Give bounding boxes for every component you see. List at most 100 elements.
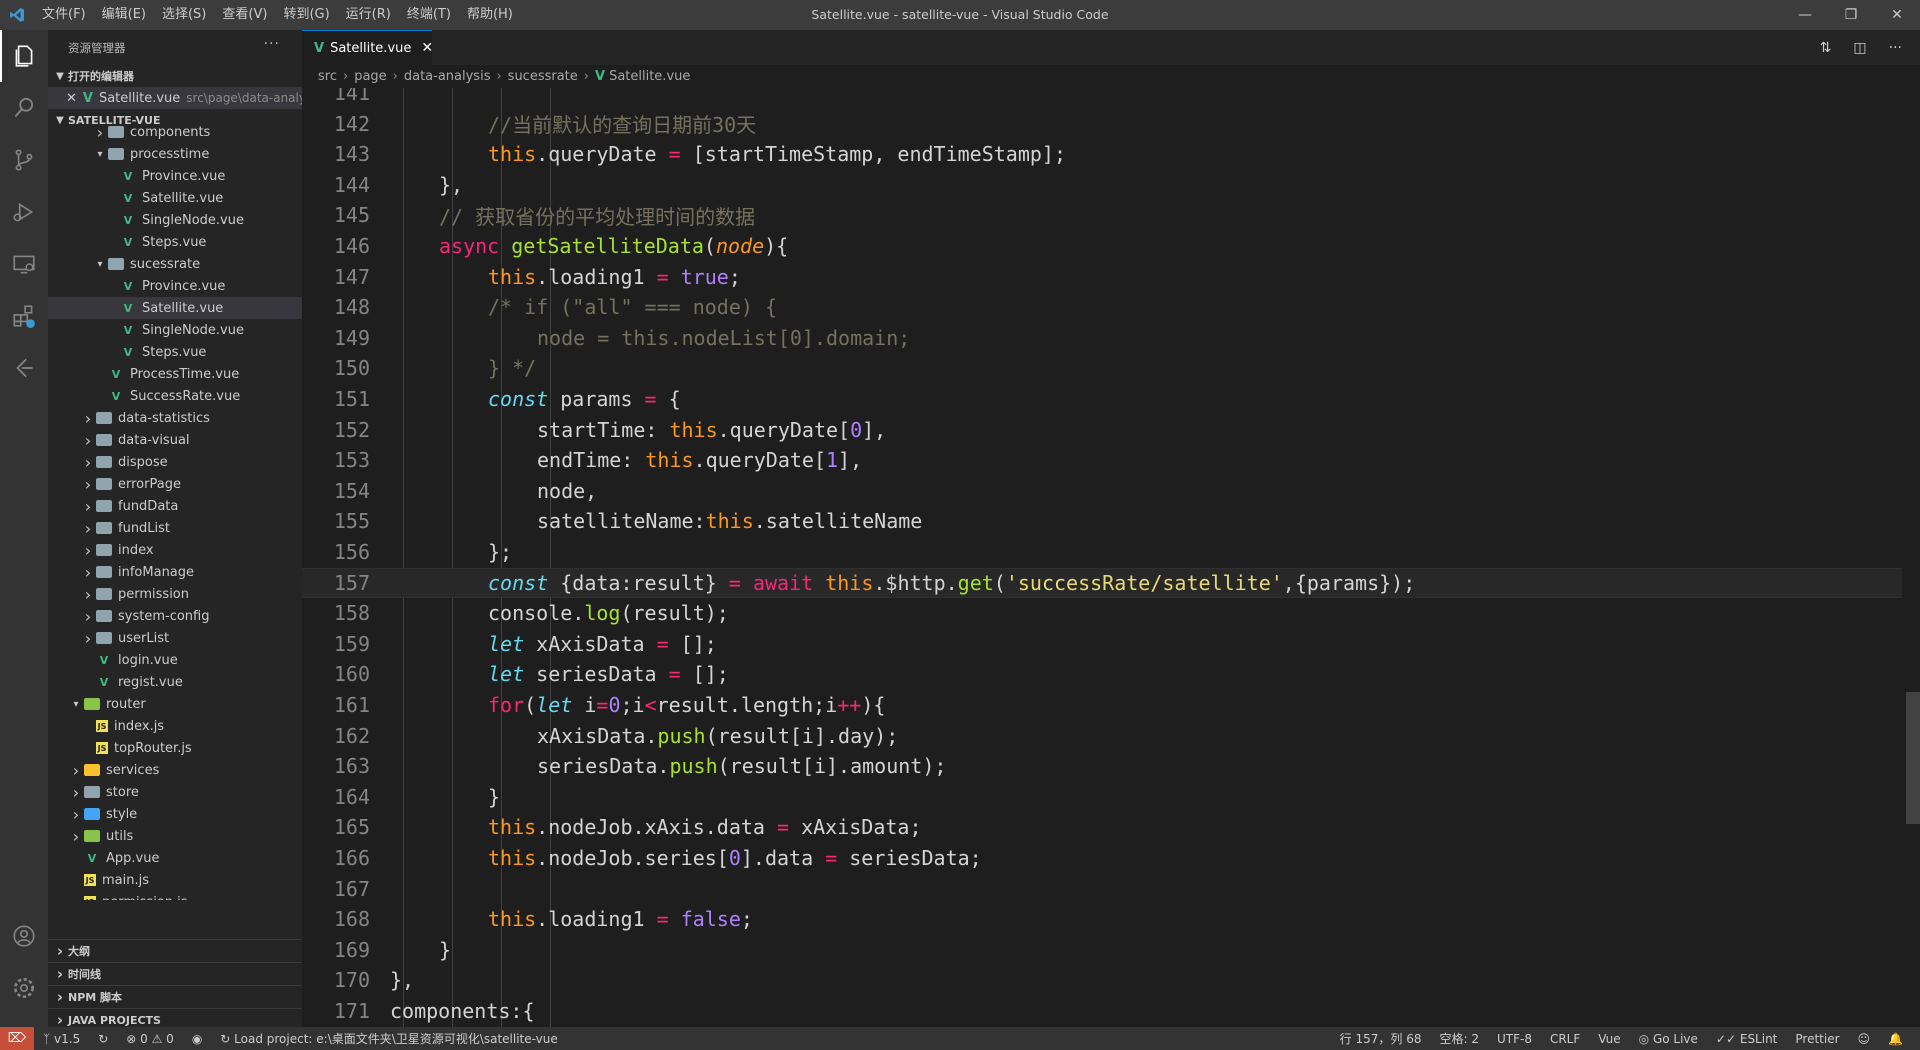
remote-icon[interactable]: ⌦ — [0, 1027, 34, 1050]
language-status[interactable]: Vue — [1589, 1032, 1629, 1046]
source-control-icon[interactable] — [0, 134, 48, 186]
code-line[interactable]: 169} — [302, 935, 1902, 965]
feedback-icon[interactable]: ☺ — [1849, 1032, 1880, 1046]
tree-item[interactable]: V App.vue — [48, 847, 302, 869]
code-line[interactable]: 144}, — [302, 170, 1902, 200]
tree-item[interactable]: Vregist.vue — [48, 671, 302, 693]
branch-status[interactable]: ᛉ v1.5 — [34, 1032, 89, 1046]
code-line[interactable]: 148 /* if ("all" === node) { — [302, 292, 1902, 322]
tree-item[interactable]: V Steps.vue — [48, 231, 302, 253]
code-editor[interactable]: 141 142 //当前默认的查询日期前30天 143 this.queryDate =… — [302, 88, 1920, 1027]
open-changes-icon[interactable]: ⇅ — [1820, 40, 1832, 56]
tree-item[interactable]: › store — [48, 781, 302, 803]
code-line[interactable]: 159 let xAxisData = []; — [302, 629, 1902, 659]
menu-item[interactable]: 转到(G) — [275, 0, 337, 30]
code-line[interactable]: 141 — [302, 88, 1902, 108]
problems-status[interactable]: ⊗ 0 ⚠ 0 — [117, 1032, 183, 1046]
collapsed-section[interactable]: › NPM 脚本 — [48, 985, 302, 1008]
code-line[interactable]: 160 let seriesData = []; — [302, 659, 1902, 689]
tree-item[interactable]: › errorPage — [48, 473, 302, 495]
code-line[interactable]: 164} — [302, 782, 1902, 812]
tree-item[interactable]: V SingleNode.vue — [48, 319, 302, 341]
load-project-status[interactable]: ↻ Load project: e:\桌面文件夹\卫星资源可视化\satelli… — [211, 1030, 566, 1047]
run-debug-icon[interactable] — [0, 186, 48, 238]
account-icon[interactable] — [0, 910, 48, 962]
tree-item[interactable]: › index — [48, 539, 302, 561]
breadcrumb-item[interactable]: sucessrate — [508, 69, 578, 84]
code-line[interactable]: 162 xAxisData.push(result[i].day); — [302, 721, 1902, 751]
close-editor-icon[interactable]: ✕ — [66, 91, 77, 106]
encoding-status[interactable]: UTF-8 — [1488, 1032, 1541, 1046]
eol-status[interactable]: CRLF — [1541, 1032, 1589, 1046]
tree-item[interactable]: › userList — [48, 627, 302, 649]
tree-item[interactable]: › style — [48, 803, 302, 825]
indentation-status[interactable]: 空格: 2 — [1430, 1030, 1488, 1047]
tree-item[interactable]: JS permission.js — [48, 891, 302, 900]
collapsed-section[interactable]: › 大纲 — [48, 939, 302, 962]
menu-item[interactable]: 帮助(H) — [459, 0, 521, 30]
code-line[interactable]: 153 endTime: this.queryDate[1], — [302, 445, 1902, 475]
explorer-icon[interactable] — [0, 30, 48, 82]
code-line[interactable]: 142 //当前默认的查询日期前30天 — [302, 109, 1902, 139]
close-icon[interactable]: ✕ — [1874, 0, 1920, 30]
breadcrumb-item[interactable]: src — [318, 69, 337, 84]
code-line[interactable]: 158 console.log(result); — [302, 598, 1902, 628]
tree-item[interactable]: › system-config — [48, 605, 302, 627]
code-line[interactable]: 143 this.queryDate = [startTimeStamp, end… — [302, 139, 1902, 169]
code-line[interactable]: 145 // 获取省份的平均处理时间的数据 — [302, 200, 1902, 230]
breadcrumb-item[interactable]: data-analysis — [404, 69, 491, 84]
tree-item[interactable]: › data-statistics — [48, 407, 302, 429]
code-line[interactable]: 167 — [302, 874, 1902, 904]
tree-item[interactable]: › data-visual — [48, 429, 302, 451]
gear-icon[interactable] — [0, 962, 48, 1014]
code-line[interactable]: 165 this.nodeJob.xAxis.data = xAxisData; — [302, 812, 1902, 842]
tree-item[interactable]: V Province.vue — [48, 275, 302, 297]
tree-item[interactable]: › permission — [48, 583, 302, 605]
tree-item[interactable]: ▾ processtime — [48, 143, 302, 165]
tree-item[interactable]: › dispose — [48, 451, 302, 473]
code-line[interactable]: 168 this.loading1 = false; — [302, 904, 1902, 934]
code-line[interactable]: 155 satelliteName:this.satelliteName — [302, 506, 1902, 536]
go-live-button[interactable]: ◎ Go Live — [1630, 1032, 1707, 1046]
code-line[interactable]: 161 for(let i=0;i<result.length;i++){ — [302, 690, 1902, 720]
code-line[interactable]: 171 components:{ — [302, 996, 1902, 1026]
minimize-icon[interactable]: — — [1782, 0, 1828, 30]
extensions-icon[interactable] — [0, 290, 48, 342]
broadcast-icon[interactable]: ◉ — [183, 1032, 211, 1046]
collapsed-section[interactable]: › JAVA PROJECTS — [48, 1008, 302, 1027]
code-line[interactable]: 151 const params = { — [302, 384, 1902, 414]
code-line[interactable]: 147 this.loading1 = true; — [302, 262, 1902, 292]
tab-satellite-vue[interactable]: V Satellite.vue ✕ — [302, 30, 433, 65]
editor-scrollbar[interactable] — [1906, 88, 1920, 1027]
tree-item[interactable]: › utils — [48, 825, 302, 847]
breadcrumb-item[interactable]: Satellite.vue — [609, 69, 690, 84]
tree-item[interactable]: V SuccessRate.vue — [48, 385, 302, 407]
code-line[interactable]: 150} */ — [302, 353, 1902, 383]
code-line[interactable]: 149 node = this.nodeList[0].domain; — [302, 323, 1902, 353]
more-actions-icon[interactable]: ··· — [264, 36, 280, 52]
timeline-icon[interactable] — [0, 342, 48, 394]
code-line[interactable]: 170}, — [302, 965, 1902, 995]
more-actions-icon[interactable]: ··· — [1889, 40, 1902, 56]
menu-item[interactable]: 终端(T) — [399, 0, 459, 30]
tree-item[interactable]: JS index.js — [48, 715, 302, 737]
code-line[interactable]: 156}; — [302, 537, 1902, 567]
code-line[interactable]: 154 node, — [302, 476, 1902, 506]
tree-item[interactable]: V Province.vue — [48, 165, 302, 187]
tree-item[interactable]: › fundList — [48, 517, 302, 539]
remote-explorer-icon[interactable] — [0, 238, 48, 290]
tree-item[interactable]: JS main.js — [48, 869, 302, 891]
tree-item[interactable]: ▾ router — [48, 693, 302, 715]
tree-item[interactable]: V Steps.vue — [48, 341, 302, 363]
tree-item[interactable]: JS topRouter.js — [48, 737, 302, 759]
menu-item[interactable]: 运行(R) — [338, 0, 399, 30]
breadcrumb-item[interactable]: page — [354, 69, 386, 84]
notifications-icon[interactable]: 🔔 — [1879, 1032, 1912, 1046]
tree-item[interactable]: › fundData — [48, 495, 302, 517]
code-line[interactable]: 166 this.nodeJob.series[0].data = seriesD… — [302, 843, 1902, 873]
tree-item[interactable]: › services — [48, 759, 302, 781]
menu-item[interactable]: 选择(S) — [154, 0, 214, 30]
tree-item[interactable]: V SingleNode.vue — [48, 209, 302, 231]
tree-item[interactable]: V ProcessTime.vue — [48, 363, 302, 385]
menu-item[interactable]: 查看(V) — [214, 0, 275, 30]
